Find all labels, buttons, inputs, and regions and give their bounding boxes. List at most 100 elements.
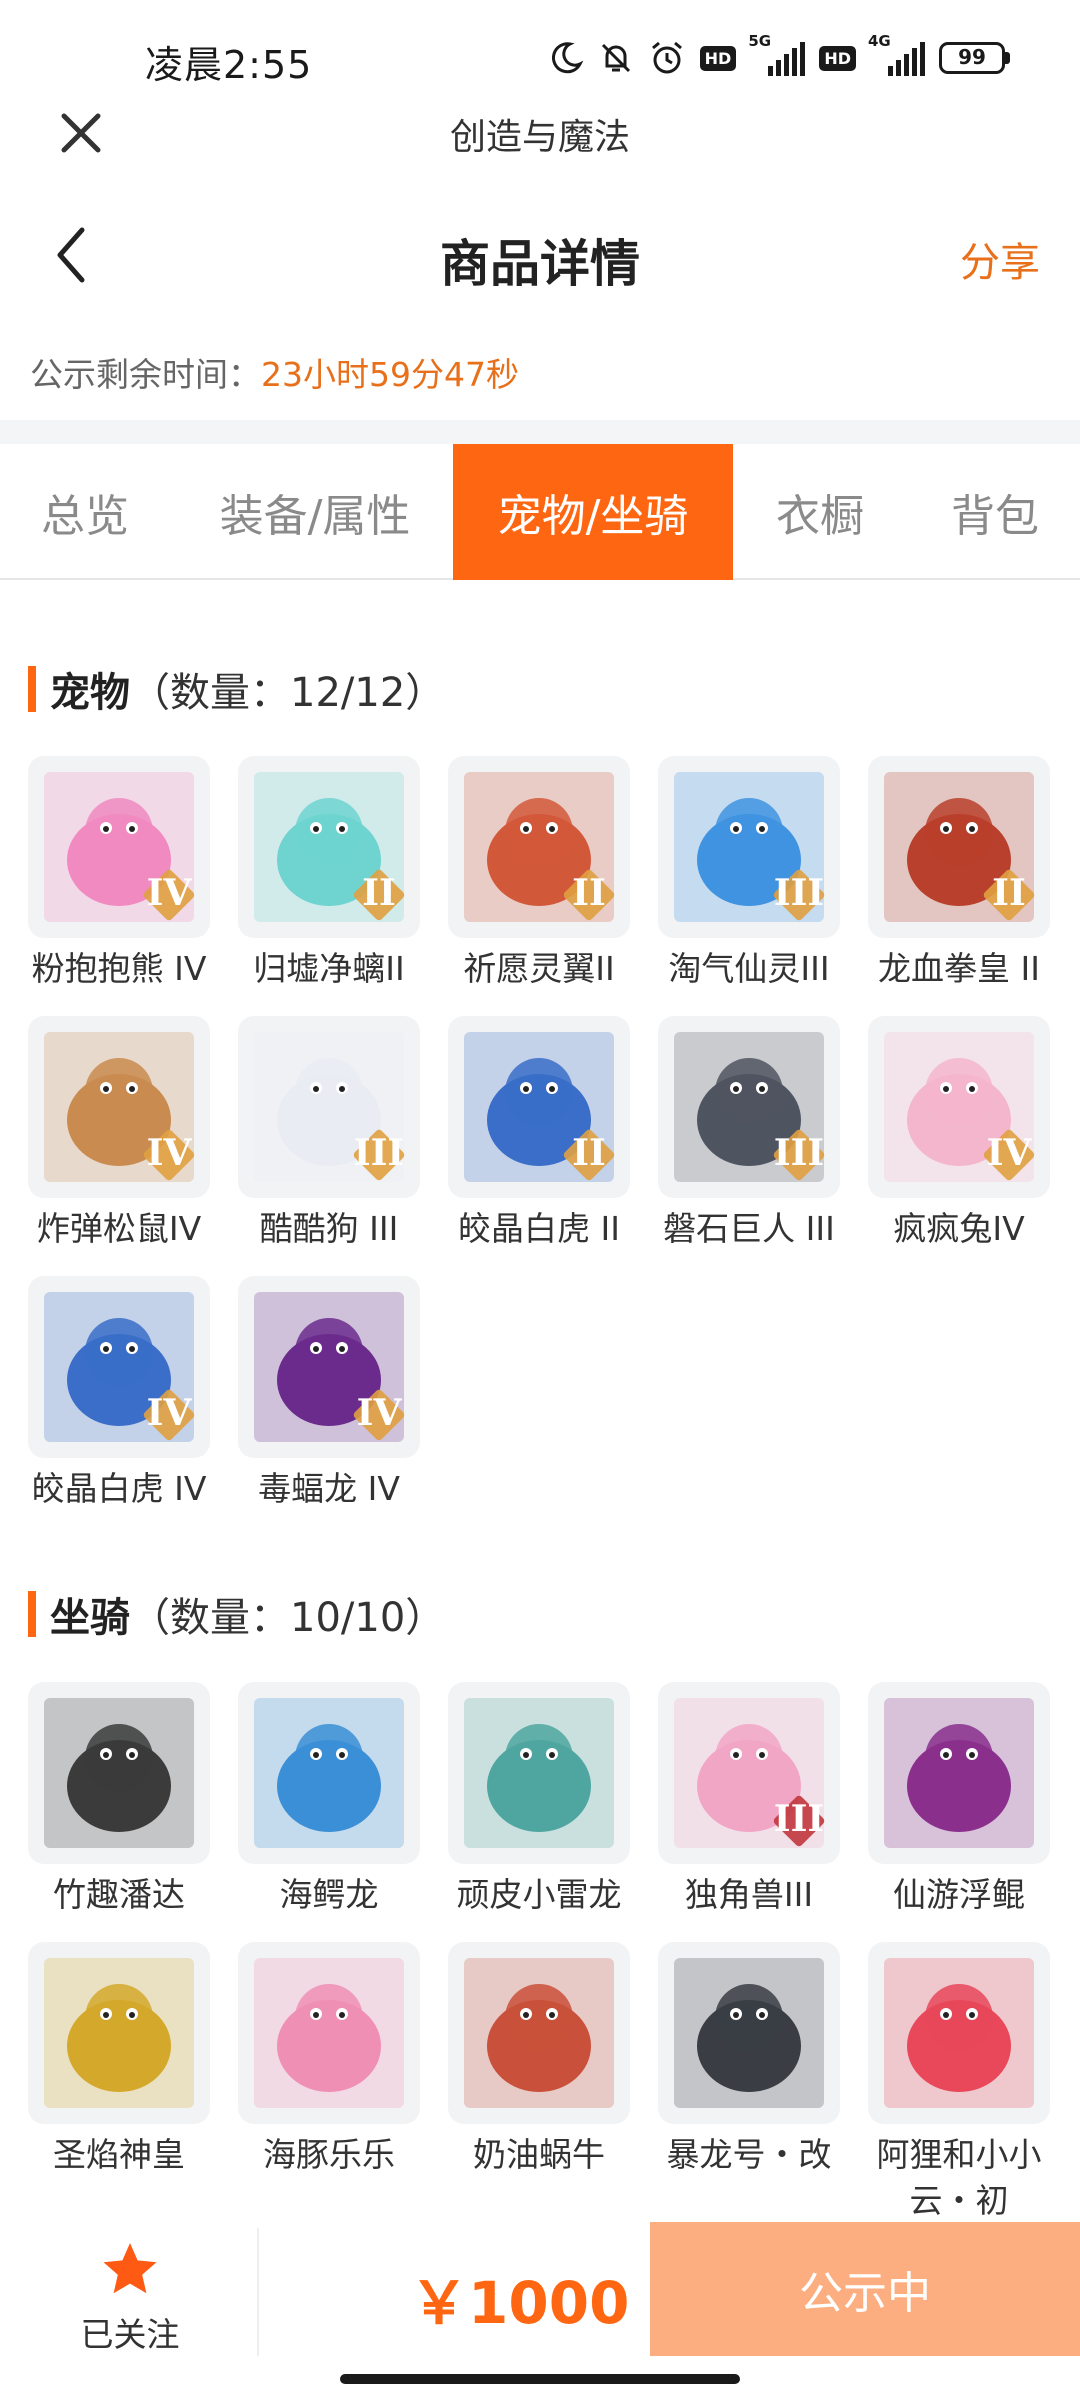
mounts-thumbnail[interactable] xyxy=(868,1942,1050,2124)
creature-portrait-icon xyxy=(674,1958,824,2108)
pets-name: 归墟净螭II xyxy=(253,949,405,988)
pets-thumbnail[interactable]: II xyxy=(238,756,420,938)
tier-badge: IV xyxy=(140,866,198,924)
mounts-name: 仙游浮鲲 xyxy=(893,1875,1025,1914)
pets-thumbnail[interactable]: IV xyxy=(28,756,210,938)
mounts-thumbnail[interactable] xyxy=(238,1942,420,2124)
mounts-thumbnail[interactable] xyxy=(868,1682,1050,1864)
mounts-name: 独角兽III xyxy=(684,1875,814,1914)
pets-name: 酷酷狗 III xyxy=(259,1209,399,1248)
mounts-thumbnail[interactable]: III xyxy=(658,1682,840,1864)
mounts-name: 竹趣潘达 xyxy=(53,1875,185,1914)
tier-badge: III xyxy=(350,1126,408,1184)
share-button[interactable]: 分享 xyxy=(960,230,1040,288)
hd-badge: HD xyxy=(819,45,856,71)
bell-off-icon xyxy=(598,40,634,76)
tier-badge: II xyxy=(350,866,408,924)
tier-badge: IV xyxy=(140,1126,198,1184)
countdown-value: 23小时59分47秒 xyxy=(261,355,519,394)
tab-bar: 总览 装备/属性 宠物/坐骑 衣橱 背包 xyxy=(0,444,1080,580)
section-accent-bar xyxy=(28,1591,36,1637)
mounts-name: 暴龙号・改 xyxy=(666,2135,832,2174)
pets-thumbnail[interactable]: III xyxy=(238,1016,420,1198)
mounts-name: 海鳄龙 xyxy=(279,1875,379,1914)
mounts-name: 奶油蜗牛 xyxy=(473,2135,605,2174)
mounts-section-header: 坐骑 （数量：10/10） xyxy=(28,1585,445,1643)
mounts-thumbnail[interactable] xyxy=(658,1942,840,2124)
status-bar: 凌晨2:55 HD 5G HD 4G 99 xyxy=(0,0,1080,100)
pets-name: 毒蝠龙 IV xyxy=(258,1469,400,1508)
tier-badge: IV xyxy=(350,1386,408,1444)
pets-thumbnail[interactable]: II xyxy=(448,756,630,938)
signal-4g-icon: 4G xyxy=(868,32,925,76)
mounts-name: 阿狸和小小云・初 xyxy=(876,2135,1042,2220)
tier-badge: II xyxy=(560,1126,618,1184)
section-accent-bar xyxy=(28,666,36,712)
creature-portrait-icon xyxy=(464,1698,614,1848)
pets-name: 皎晶白虎 IV xyxy=(31,1469,207,1508)
tier-badge: II xyxy=(980,866,1038,924)
pets-thumbnail[interactable]: III xyxy=(658,756,840,938)
section-count: （数量：10/10） xyxy=(130,1595,446,1641)
mounts-thumbnail[interactable] xyxy=(448,1942,630,2124)
section-title: 坐骑 xyxy=(50,1595,130,1641)
section-divider xyxy=(0,420,1080,444)
pets-thumbnail[interactable]: IV xyxy=(28,1016,210,1198)
creature-portrait-icon xyxy=(464,1958,614,2108)
signal-5g-icon: 5G xyxy=(748,32,806,76)
mounts-name: 圣焰神皇 xyxy=(53,2135,185,2174)
pets-thumbnail[interactable]: II xyxy=(868,756,1050,938)
publicity-status-button[interactable]: 公示中 xyxy=(650,2222,1080,2356)
mounts-thumbnail[interactable] xyxy=(28,1942,210,2124)
tab-backpack[interactable]: 背包 xyxy=(915,444,1075,580)
tab-pets-mounts[interactable]: 宠物/坐骑 xyxy=(453,444,733,580)
creature-portrait-icon xyxy=(44,1958,194,2108)
pets-thumbnail[interactable]: IV xyxy=(238,1276,420,1458)
hd-badge: HD xyxy=(699,45,737,71)
star-icon xyxy=(103,2243,157,2294)
pets-thumbnail[interactable]: IV xyxy=(868,1016,1050,1198)
pets-name: 疯疯兔IV xyxy=(893,1209,1025,1248)
pets-thumbnail[interactable]: IV xyxy=(28,1276,210,1458)
app-title-bar: 创造与魔法 xyxy=(0,100,1080,170)
tier-badge: II xyxy=(560,866,618,924)
pets-name: 磐石巨人 III xyxy=(663,1209,835,1248)
status-time: 凌晨2:55 xyxy=(145,43,313,87)
pets-section-header: 宠物 （数量：12/12） xyxy=(28,660,445,718)
page-header: 商品详情 分享 xyxy=(0,200,1080,310)
alarm-icon xyxy=(648,39,686,77)
tab-equipment[interactable]: 装备/属性 xyxy=(180,444,450,580)
mounts-thumbnail[interactable] xyxy=(28,1682,210,1864)
creature-portrait-icon xyxy=(884,1958,1034,2108)
countdown-label: 公示剩余时间： xyxy=(30,355,261,394)
pets-name: 粉抱抱熊 IV xyxy=(31,949,207,988)
tab-overview[interactable]: 总览 xyxy=(0,444,170,580)
section-title: 宠物 xyxy=(50,670,130,716)
pets-thumbnail[interactable]: II xyxy=(448,1016,630,1198)
follow-button[interactable]: 已关注 xyxy=(60,2240,200,2356)
tier-badge: III xyxy=(770,1792,828,1850)
creature-portrait-icon xyxy=(44,1698,194,1848)
pets-name: 皎晶白虎 II xyxy=(458,1209,620,1248)
section-count: （数量：12/12） xyxy=(130,670,446,716)
pets-name: 祈愿灵翼II xyxy=(463,949,615,988)
mounts-thumbnail[interactable] xyxy=(448,1682,630,1864)
pets-name: 淘气仙灵III xyxy=(668,949,830,988)
creature-portrait-icon xyxy=(884,1698,1034,1848)
tier-badge: IV xyxy=(980,1126,1038,1184)
publicity-countdown: 公示剩余时间：23小时59分47秒 xyxy=(30,348,519,396)
home-indicator[interactable] xyxy=(340,2374,740,2384)
mounts-thumbnail[interactable] xyxy=(238,1682,420,1864)
creature-portrait-icon xyxy=(254,1958,404,2108)
tier-badge: IV xyxy=(140,1386,198,1444)
follow-label: 已关注 xyxy=(80,2315,180,2354)
mounts-name: 顽皮小雷龙 xyxy=(456,1875,622,1914)
moon-icon xyxy=(548,40,584,76)
tier-badge: III xyxy=(770,866,828,924)
pets-thumbnail[interactable]: III xyxy=(658,1016,840,1198)
pets-name: 龙血拳皇 II xyxy=(878,949,1040,988)
page-title: 商品详情 xyxy=(440,235,640,293)
bottom-divider xyxy=(257,2228,259,2356)
tier-badge: III xyxy=(770,1126,828,1184)
tab-wardrobe[interactable]: 衣橱 xyxy=(745,444,895,580)
